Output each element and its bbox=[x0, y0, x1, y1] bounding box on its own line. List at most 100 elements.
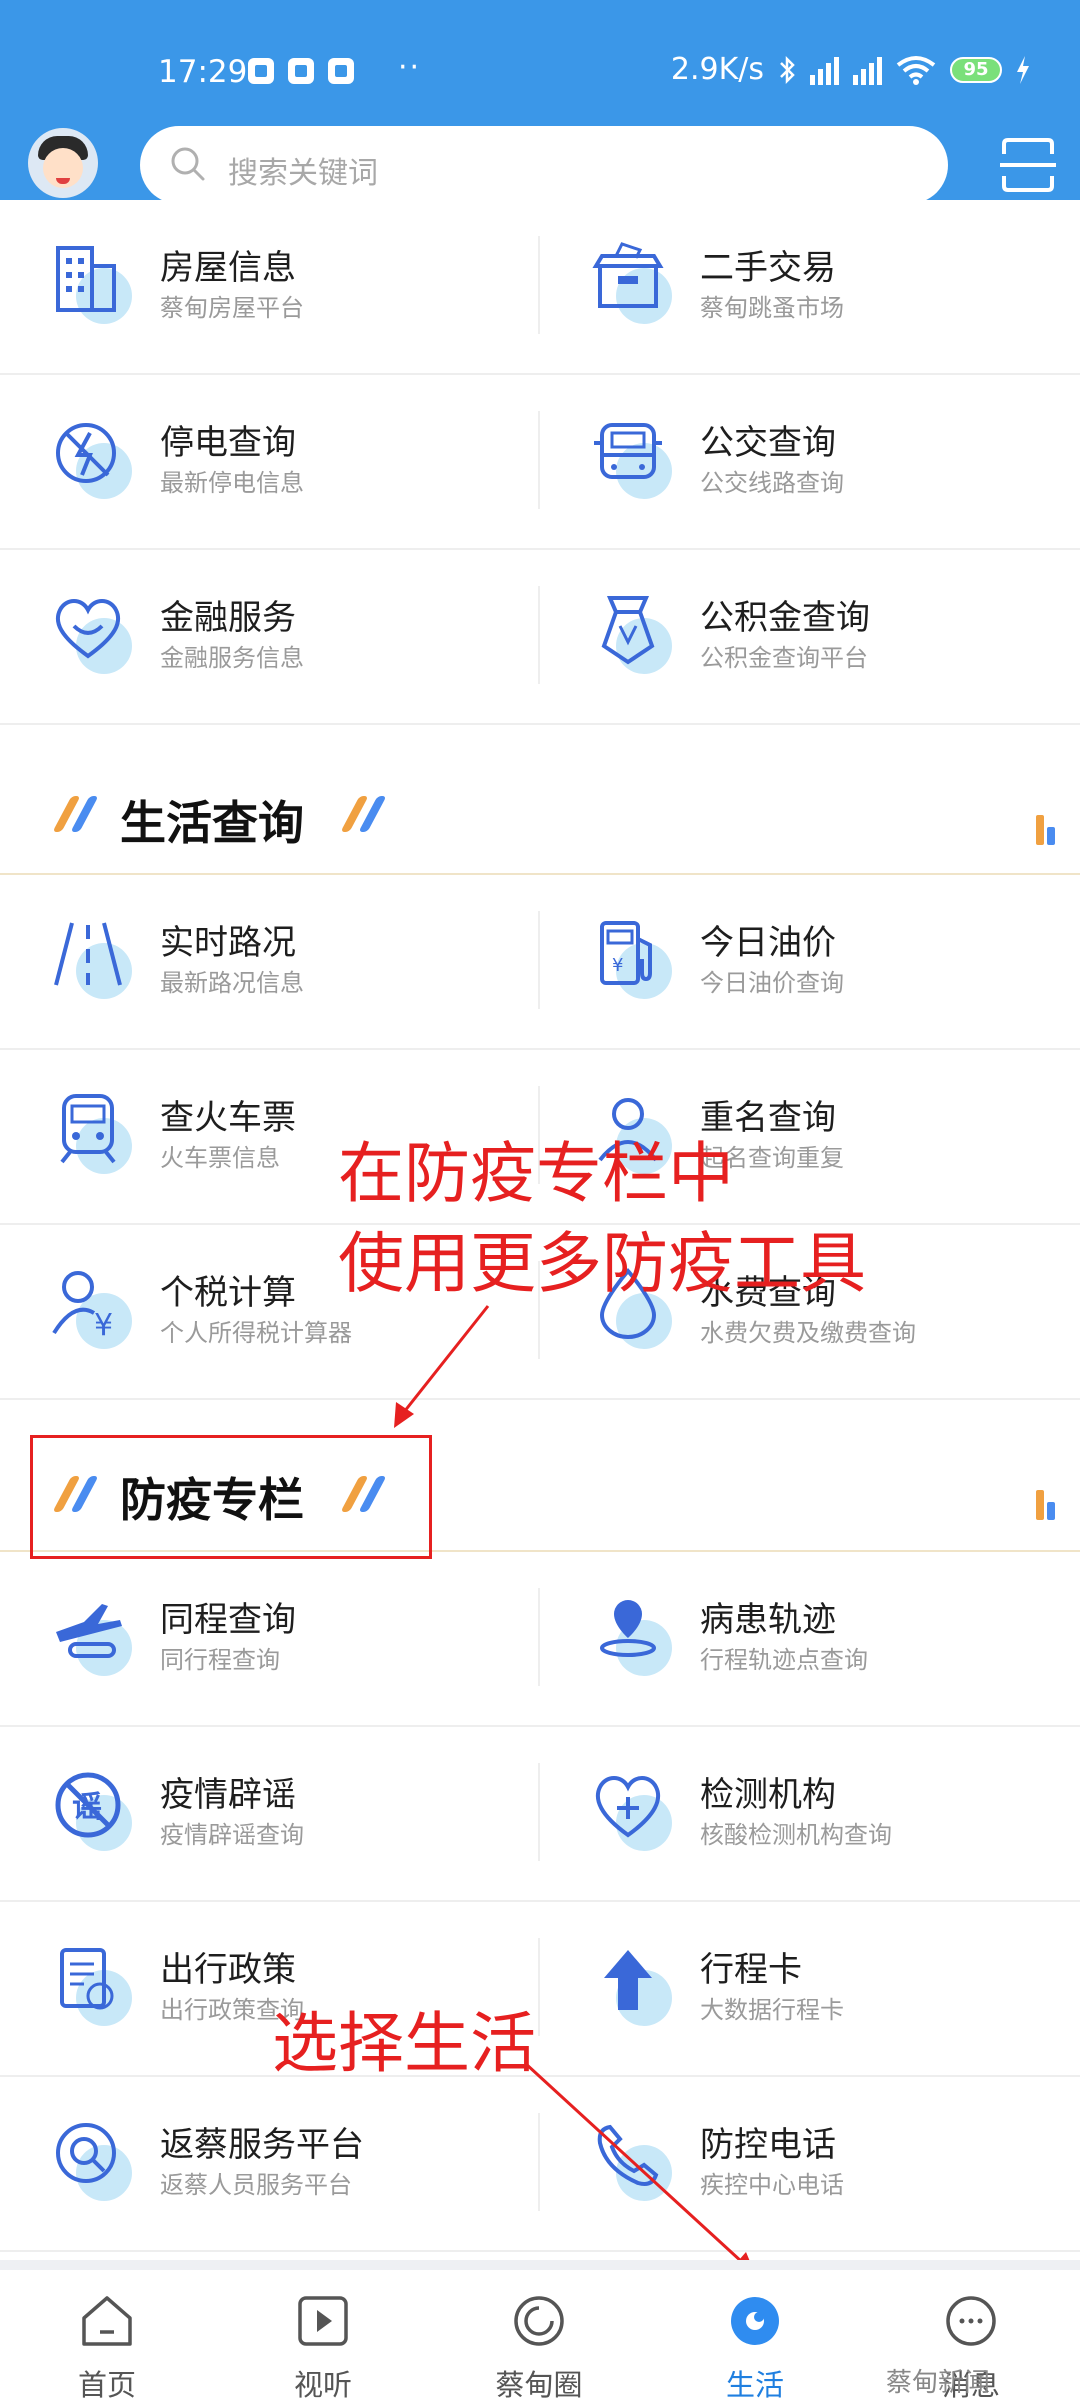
row-divider bbox=[538, 1938, 540, 2036]
signal-icon bbox=[810, 55, 839, 85]
service-title: 病患轨迹 bbox=[700, 1600, 836, 1640]
box-icon bbox=[590, 240, 672, 324]
heart-plus-icon bbox=[590, 1767, 672, 1851]
section-life-query: 生活查询 bbox=[0, 725, 1080, 875]
svg-text:¥: ¥ bbox=[94, 1308, 113, 1341]
building-icon bbox=[50, 240, 132, 324]
service-subtitle: 水费欠费及缴费查询 bbox=[700, 1319, 916, 1347]
service-title: 金融服务 bbox=[160, 598, 296, 638]
service-title: 同程查询 bbox=[160, 1600, 296, 1640]
service-item[interactable]: 返蔡服务平台返蔡人员服务平台 bbox=[0, 2077, 540, 2250]
service-subtitle: 大数据行程卡 bbox=[700, 1996, 844, 2024]
service-row: 房屋信息 蔡甸房屋平台 二手交易 蔡甸跳蚤市场 bbox=[0, 200, 1080, 375]
search-input[interactable]: 搜索关键词 bbox=[140, 126, 948, 204]
service-row: 同程查询 同行程查询 病患轨迹 行程轨迹点查询 bbox=[0, 1552, 1080, 1727]
rumor-icon: 谣 bbox=[50, 1767, 132, 1851]
service-subtitle: 疾控中心电话 bbox=[700, 2171, 844, 2199]
section-title: 生活查询 bbox=[120, 796, 304, 850]
home-icon bbox=[82, 2296, 132, 2346]
nav-item-media[interactable]: 视听 bbox=[248, 2278, 398, 2400]
service-item[interactable]: 实时路况 最新路况信息 bbox=[0, 875, 540, 1048]
nav-label: 蔡甸圈 bbox=[495, 2368, 583, 2400]
status-bar: 17:29 ·· 2.9K/s 95 bbox=[0, 48, 1080, 100]
service-item[interactable]: 谣 疫情辟谣 疫情辟谣查询 bbox=[0, 1727, 540, 1900]
service-subtitle: 同行程查询 bbox=[160, 1646, 280, 1674]
plane-train-icon bbox=[50, 1592, 132, 1676]
service-subtitle: 最新停电信息 bbox=[160, 469, 304, 497]
row-divider bbox=[538, 586, 540, 684]
service-item[interactable]: ¥ 今日油价 今日油价查询 bbox=[540, 875, 1080, 1048]
service-subtitle: 个人所得税计算器 bbox=[160, 1319, 352, 1347]
fuel-icon: ¥ bbox=[590, 915, 672, 999]
service-subtitle: 公积金查询平台 bbox=[700, 644, 868, 672]
service-title: 二手交易 bbox=[700, 248, 836, 288]
train-icon bbox=[50, 1090, 132, 1174]
row-divider bbox=[538, 1588, 540, 1686]
service-subtitle: 火车票信息 bbox=[160, 1144, 280, 1172]
annotation-text-1: 在防疫专栏中 bbox=[338, 1135, 734, 1212]
service-title: 出行政策 bbox=[160, 1950, 296, 1990]
service-row: 出行政策 出行政策查询 行程卡 大数据行程卡 bbox=[0, 1902, 1080, 2077]
service-item[interactable]: 病患轨迹行程轨迹点查询 bbox=[540, 1552, 1080, 1725]
service-title: 查火车票 bbox=[160, 1098, 296, 1138]
service-subtitle: 核酸检测机构查询 bbox=[700, 1821, 892, 1849]
notification-icons bbox=[248, 58, 354, 84]
notification-app-icon bbox=[248, 58, 274, 84]
service-item[interactable]: 行程卡 大数据行程卡 bbox=[540, 1902, 1080, 2075]
service-item[interactable]: 公交查询公交线路查询 bbox=[540, 375, 1080, 548]
service-title: 返蔡服务平台 bbox=[160, 2125, 364, 2165]
service-item[interactable]: 检测机构核酸检测机构查询 bbox=[540, 1727, 1080, 1900]
service-row: 停电查询 最新停电信息 公交查询 公交线路查询 bbox=[0, 375, 1080, 550]
service-item[interactable]: 二手交易 蔡甸跳蚤市场 bbox=[540, 200, 1080, 373]
service-row: 返蔡服务平台 返蔡人员服务平台 防控电话 疾控中心电话 bbox=[0, 2077, 1080, 2252]
more-notifications-icon: ·· bbox=[398, 50, 422, 85]
service-subtitle: 返蔡人员服务平台 bbox=[160, 2171, 352, 2199]
service-item[interactable]: 同程查询 同行程查询 bbox=[0, 1552, 540, 1725]
document-icon bbox=[50, 1942, 132, 2026]
app-header: 17:29 ·· 2.9K/s 95 搜索关键词 bbox=[0, 0, 1080, 230]
service-title: 公积金查询 bbox=[700, 598, 870, 638]
nav-label: 视听 bbox=[293, 2368, 352, 2400]
phone-icon bbox=[590, 2117, 672, 2201]
watermark-text: 蔡甸新闻 bbox=[886, 2368, 991, 2398]
annotation-box-section bbox=[30, 1435, 432, 1559]
heart-smile-icon bbox=[50, 590, 132, 674]
search-icon bbox=[171, 147, 205, 181]
service-item[interactable]: 金融服务 金融服务信息 bbox=[0, 550, 540, 723]
bar-chart-icon bbox=[1036, 815, 1055, 845]
nav-label: 生活 bbox=[725, 2368, 784, 2400]
svg-text:¥: ¥ bbox=[612, 955, 623, 976]
service-item[interactable]: 停电查询 最新停电信息 bbox=[0, 375, 540, 548]
row-divider bbox=[538, 2113, 540, 2211]
search-placeholder: 搜索关键词 bbox=[228, 156, 378, 191]
magnifier-icon bbox=[50, 2117, 132, 2201]
service-item[interactable]: 防控电话 疾控中心电话 bbox=[540, 2077, 1080, 2250]
service-title: 公交查询 bbox=[700, 423, 836, 463]
service-title: 疫情辟谣 bbox=[160, 1775, 296, 1815]
avatar[interactable] bbox=[28, 128, 98, 198]
wifi-icon bbox=[896, 55, 936, 85]
scan-icon[interactable] bbox=[1000, 136, 1056, 194]
nav-item-home[interactable]: 首页 bbox=[32, 2278, 182, 2400]
status-right: 2.9K/s 95 bbox=[671, 52, 1030, 87]
wechat-notification-icon bbox=[288, 58, 314, 84]
service-subtitle: 行程轨迹点查询 bbox=[700, 1646, 868, 1674]
annotation-text-2: 使用更多防疫工具 bbox=[338, 1225, 866, 1302]
service-subtitle: 公交线路查询 bbox=[700, 469, 844, 497]
nav-item-circle[interactable]: 蔡甸圈 bbox=[464, 2278, 614, 2400]
service-item[interactable]: 房屋信息蔡甸房屋平台 bbox=[0, 200, 540, 373]
service-title: 房屋信息 bbox=[160, 248, 296, 288]
service-item[interactable]: 公积金查询公积金查询平台 bbox=[540, 550, 1080, 723]
charging-icon bbox=[1017, 55, 1029, 84]
service-subtitle: 今日油价查询 bbox=[700, 969, 844, 997]
service-title: 个税计算 bbox=[160, 1273, 296, 1313]
nav-item-life[interactable]: 生活 bbox=[680, 2278, 830, 2400]
service-title: 检测机构 bbox=[700, 1775, 836, 1815]
service-title: 实时路况 bbox=[160, 923, 296, 963]
bluetooth-icon bbox=[780, 55, 795, 84]
tax-person-icon: ¥ bbox=[50, 1265, 132, 1349]
row-divider bbox=[538, 1763, 540, 1861]
net-speed: 2.9K/s bbox=[670, 52, 764, 87]
service-subtitle: 蔡甸房屋平台 bbox=[160, 294, 304, 322]
bar-chart-icon bbox=[1036, 1490, 1055, 1520]
